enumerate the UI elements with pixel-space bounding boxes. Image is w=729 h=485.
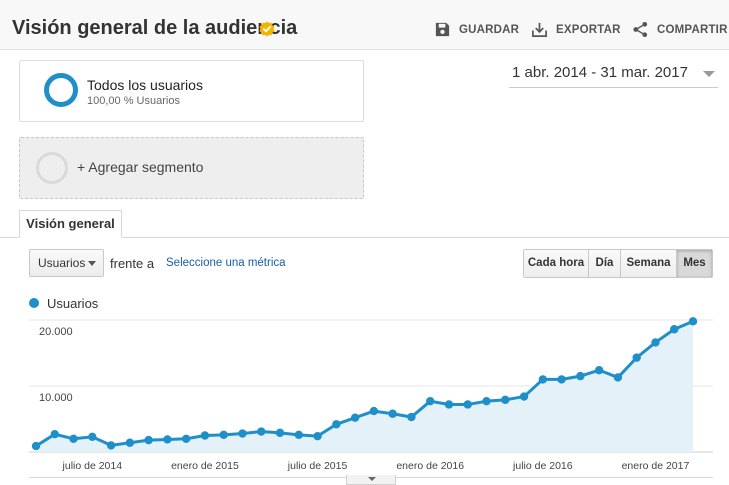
data-point — [613, 373, 623, 382]
data-point — [313, 431, 322, 441]
data-point — [69, 434, 78, 443]
share-label: COMPARTIR — [657, 23, 728, 36]
x-tick-label: enero de 2016 — [396, 460, 464, 472]
data-point — [144, 435, 153, 445]
data-point — [444, 400, 454, 409]
data-point — [125, 438, 135, 447]
data-point — [407, 412, 416, 422]
data-point — [275, 428, 285, 438]
segment-name: Todos los usuarios — [87, 77, 203, 93]
data-point — [426, 396, 435, 406]
period-toggle-group: Cada hora Día Semana Mes — [523, 249, 713, 278]
caret-down-icon — [368, 477, 376, 481]
share-button[interactable]: COMPARTIR — [632, 21, 728, 38]
period-hourly-button[interactable]: Cada hora — [524, 250, 589, 277]
series-area — [36, 321, 693, 452]
data-point — [350, 413, 360, 422]
data-point — [50, 429, 59, 439]
data-point — [369, 406, 379, 416]
segment-percent: 100,00 % Usuarios — [87, 95, 180, 107]
data-point — [181, 434, 191, 443]
data-point — [482, 396, 491, 406]
data-point — [670, 325, 679, 334]
data-point — [88, 432, 97, 442]
tab-overview[interactable]: Visión general — [19, 210, 122, 238]
y-tick-label: 10.000 — [39, 392, 73, 404]
expand-chart-button[interactable] — [346, 475, 396, 485]
data-point — [688, 317, 698, 326]
period-week-button[interactable]: Semana — [621, 250, 677, 277]
legend-marker — [29, 298, 39, 308]
data-point — [576, 371, 585, 381]
export-button[interactable]: EXPORTAR — [531, 21, 621, 38]
x-tick-label: enero de 2017 — [622, 460, 690, 472]
data-point — [257, 427, 266, 436]
page-header: Visión general de la audiencia GUARDAR E… — [0, 0, 729, 50]
data-point — [594, 365, 604, 375]
save-label: GUARDAR — [459, 23, 520, 36]
x-tick-label: julio de 2014 — [62, 460, 123, 472]
date-range-label: 1 abr. 2014 - 31 mar. 2017 — [512, 64, 688, 81]
caret-down-icon — [88, 261, 96, 266]
data-point — [651, 338, 660, 347]
export-label: EXPORTAR — [556, 23, 621, 36]
share-icon — [633, 21, 648, 38]
data-point — [200, 431, 210, 440]
data-point — [106, 441, 116, 450]
metric-select-value: Usuarios — [38, 256, 86, 270]
metric-select[interactable]: Usuarios — [29, 249, 104, 277]
add-segment-button[interactable]: + Agregar segmento — [19, 137, 364, 199]
save-icon — [435, 22, 450, 37]
data-point — [519, 392, 529, 401]
y-tick-label: 20.000 — [39, 326, 73, 338]
segment-ring-icon — [44, 73, 78, 107]
page-title: Visión general de la audiencia — [12, 17, 298, 39]
data-point — [163, 435, 172, 444]
data-point — [632, 353, 641, 362]
data-point — [463, 400, 472, 409]
verified-badge-icon — [259, 21, 275, 37]
date-range-picker[interactable]: 1 abr. 2014 - 31 mar. 2017 — [509, 64, 718, 88]
period-day-button[interactable]: Día — [589, 250, 621, 277]
legend-label: Usuarios — [47, 296, 99, 311]
data-point — [238, 429, 247, 438]
data-point — [294, 430, 303, 440]
download-icon — [532, 22, 547, 37]
select-metric-link[interactable]: Seleccione una métrica — [166, 257, 286, 269]
segment-placeholder-icon — [36, 152, 68, 184]
add-segment-label: + Agregar segmento — [77, 159, 204, 175]
period-month-button[interactable]: Mes — [677, 250, 712, 277]
data-point — [388, 409, 397, 418]
data-point — [219, 430, 228, 440]
data-point — [332, 420, 341, 429]
users-line-chart: 20.000 10.000 julio de 2014 enero de 2015 ju… — [29, 317, 713, 472]
data-point — [538, 375, 548, 384]
caret-down-icon — [703, 71, 715, 77]
save-button[interactable]: GUARDAR — [434, 21, 519, 38]
data-point — [501, 395, 510, 405]
data-point — [557, 375, 566, 384]
versus-label: frente a — [110, 256, 155, 271]
x-tick-label: enero de 2015 — [171, 460, 239, 472]
x-tick-label: julio de 2016 — [512, 460, 573, 472]
segment-card-all-users[interactable]: Todos los usuarios 100,00 % Usuarios — [19, 60, 364, 122]
x-tick-label: julio de 2015 — [287, 460, 348, 472]
data-point — [31, 441, 41, 451]
